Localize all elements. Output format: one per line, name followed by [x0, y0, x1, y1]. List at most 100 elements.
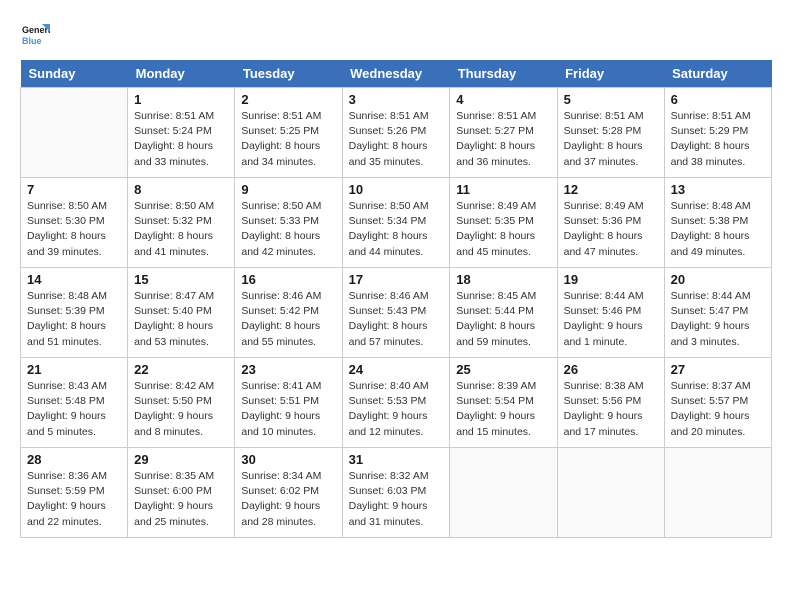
day-info: Sunrise: 8:51 AMSunset: 5:25 PMDaylight:…	[241, 109, 335, 170]
header-monday: Monday	[128, 60, 235, 88]
header-thursday: Thursday	[450, 60, 557, 88]
header-tuesday: Tuesday	[235, 60, 342, 88]
day-number: 7	[27, 182, 121, 197]
day-info: Sunrise: 8:43 AMSunset: 5:48 PMDaylight:…	[27, 379, 121, 440]
day-cell	[450, 448, 557, 538]
day-number: 12	[564, 182, 658, 197]
day-info: Sunrise: 8:49 AMSunset: 5:36 PMDaylight:…	[564, 199, 658, 260]
day-cell: 2 Sunrise: 8:51 AMSunset: 5:25 PMDaylight…	[235, 88, 342, 178]
day-number: 4	[456, 92, 550, 107]
day-cell: 6Sunrise: 8:51 AMSunset: 5:29 PMDaylight…	[664, 88, 771, 178]
day-info: Sunrise: 8:40 AMSunset: 5:53 PMDaylight:…	[349, 379, 444, 440]
day-info: Sunrise: 8:50 AMSunset: 5:34 PMDaylight:…	[349, 199, 444, 260]
header-saturday: Saturday	[664, 60, 771, 88]
day-number: 22	[134, 362, 228, 377]
day-cell: 9 Sunrise: 8:50 AMSunset: 5:33 PMDaylight…	[235, 178, 342, 268]
day-info: Sunrise: 8:50 AMSunset: 5:32 PMDaylight:…	[134, 199, 228, 260]
day-number: 5	[564, 92, 658, 107]
calendar-header-row: SundayMondayTuesdayWednesdayThursdayFrid…	[21, 60, 772, 88]
day-info: Sunrise: 8:50 AMSunset: 5:30 PMDaylight:…	[27, 199, 121, 260]
day-number: 14	[27, 272, 121, 287]
day-number: 13	[671, 182, 765, 197]
day-cell: 17 Sunrise: 8:46 AMSunset: 5:43 PMDayligh…	[342, 268, 450, 358]
day-number: 8	[134, 182, 228, 197]
week-row-4: 21 Sunrise: 8:43 AMSunset: 5:48 PMDayligh…	[21, 358, 772, 448]
day-number: 3	[349, 92, 444, 107]
header-sunday: Sunday	[21, 60, 128, 88]
day-info: Sunrise: 8:41 AMSunset: 5:51 PMDaylight:…	[241, 379, 335, 440]
day-info: Sunrise: 8:44 AMSunset: 5:47 PMDaylight:…	[671, 289, 765, 350]
svg-text:Blue: Blue	[22, 36, 42, 46]
day-cell: 27Sunrise: 8:37 AMSunset: 5:57 PMDayligh…	[664, 358, 771, 448]
day-number: 20	[671, 272, 765, 287]
day-number: 2	[241, 92, 335, 107]
day-number: 17	[349, 272, 444, 287]
day-cell: 28 Sunrise: 8:36 AMSunset: 5:59 PMDayligh…	[21, 448, 128, 538]
day-info: Sunrise: 8:45 AMSunset: 5:44 PMDaylight:…	[456, 289, 550, 350]
day-cell	[557, 448, 664, 538]
day-cell: 23 Sunrise: 8:41 AMSunset: 5:51 PMDayligh…	[235, 358, 342, 448]
day-info: Sunrise: 8:50 AMSunset: 5:33 PMDaylight:…	[241, 199, 335, 260]
day-info: Sunrise: 8:46 AMSunset: 5:43 PMDaylight:…	[349, 289, 444, 350]
day-number: 9	[241, 182, 335, 197]
day-cell: 12 Sunrise: 8:49 AMSunset: 5:36 PMDayligh…	[557, 178, 664, 268]
day-cell: 24Sunrise: 8:40 AMSunset: 5:53 PMDayligh…	[342, 358, 450, 448]
day-cell: 11 Sunrise: 8:49 AMSunset: 5:35 PMDayligh…	[450, 178, 557, 268]
calendar-table: SundayMondayTuesdayWednesdayThursdayFrid…	[20, 60, 772, 538]
day-cell: 18 Sunrise: 8:45 AMSunset: 5:44 PMDayligh…	[450, 268, 557, 358]
day-number: 21	[27, 362, 121, 377]
week-row-5: 28 Sunrise: 8:36 AMSunset: 5:59 PMDayligh…	[21, 448, 772, 538]
day-info: Sunrise: 8:35 AMSunset: 6:00 PMDaylight:…	[134, 469, 228, 530]
day-number: 15	[134, 272, 228, 287]
day-number: 26	[564, 362, 658, 377]
day-info: Sunrise: 8:34 AMSunset: 6:02 PMDaylight:…	[241, 469, 335, 530]
day-cell: 1 Sunrise: 8:51 AMSunset: 5:24 PMDaylight…	[128, 88, 235, 178]
header-wednesday: Wednesday	[342, 60, 450, 88]
day-number: 19	[564, 272, 658, 287]
day-info: Sunrise: 8:46 AMSunset: 5:42 PMDaylight:…	[241, 289, 335, 350]
day-cell: 4 Sunrise: 8:51 AMSunset: 5:27 PMDaylight…	[450, 88, 557, 178]
day-cell	[664, 448, 771, 538]
day-cell: 31Sunrise: 8:32 AMSunset: 6:03 PMDayligh…	[342, 448, 450, 538]
day-info: Sunrise: 8:42 AMSunset: 5:50 PMDaylight:…	[134, 379, 228, 440]
day-info: Sunrise: 8:36 AMSunset: 5:59 PMDaylight:…	[27, 469, 121, 530]
header-friday: Friday	[557, 60, 664, 88]
day-info: Sunrise: 8:39 AMSunset: 5:54 PMDaylight:…	[456, 379, 550, 440]
day-number: 1	[134, 92, 228, 107]
day-info: Sunrise: 8:37 AMSunset: 5:57 PMDaylight:…	[671, 379, 765, 440]
day-info: Sunrise: 8:48 AMSunset: 5:39 PMDaylight:…	[27, 289, 121, 350]
day-cell: 15 Sunrise: 8:47 AMSunset: 5:40 PMDayligh…	[128, 268, 235, 358]
day-info: Sunrise: 8:51 AMSunset: 5:26 PMDaylight:…	[349, 109, 444, 170]
day-cell	[21, 88, 128, 178]
day-number: 30	[241, 452, 335, 467]
day-info: Sunrise: 8:49 AMSunset: 5:35 PMDaylight:…	[456, 199, 550, 260]
day-cell: 30 Sunrise: 8:34 AMSunset: 6:02 PMDayligh…	[235, 448, 342, 538]
week-row-1: 1 Sunrise: 8:51 AMSunset: 5:24 PMDaylight…	[21, 88, 772, 178]
day-cell: 7 Sunrise: 8:50 AMSunset: 5:30 PMDaylight…	[21, 178, 128, 268]
day-number: 11	[456, 182, 550, 197]
day-number: 6	[671, 92, 765, 107]
day-info: Sunrise: 8:48 AMSunset: 5:38 PMDaylight:…	[671, 199, 765, 260]
week-row-2: 7 Sunrise: 8:50 AMSunset: 5:30 PMDaylight…	[21, 178, 772, 268]
day-number: 10	[349, 182, 444, 197]
logo-icon: General Blue	[20, 20, 50, 50]
day-cell: 20 Sunrise: 8:44 AMSunset: 5:47 PMDayligh…	[664, 268, 771, 358]
day-cell: 13 Sunrise: 8:48 AMSunset: 5:38 PMDayligh…	[664, 178, 771, 268]
day-number: 29	[134, 452, 228, 467]
day-cell: 3 Sunrise: 8:51 AMSunset: 5:26 PMDaylight…	[342, 88, 450, 178]
day-cell: 8 Sunrise: 8:50 AMSunset: 5:32 PMDaylight…	[128, 178, 235, 268]
day-number: 23	[241, 362, 335, 377]
day-info: Sunrise: 8:32 AMSunset: 6:03 PMDaylight:…	[349, 469, 444, 530]
day-number: 18	[456, 272, 550, 287]
day-info: Sunrise: 8:51 AMSunset: 5:24 PMDaylight:…	[134, 109, 228, 170]
day-number: 25	[456, 362, 550, 377]
day-info: Sunrise: 8:38 AMSunset: 5:56 PMDaylight:…	[564, 379, 658, 440]
day-info: Sunrise: 8:51 AMSunset: 5:27 PMDaylight:…	[456, 109, 550, 170]
week-row-3: 14 Sunrise: 8:48 AMSunset: 5:39 PMDayligh…	[21, 268, 772, 358]
day-cell: 19 Sunrise: 8:44 AMSunset: 5:46 PMDayligh…	[557, 268, 664, 358]
day-info: Sunrise: 8:47 AMSunset: 5:40 PMDaylight:…	[134, 289, 228, 350]
day-cell: 22 Sunrise: 8:42 AMSunset: 5:50 PMDayligh…	[128, 358, 235, 448]
day-cell: 29 Sunrise: 8:35 AMSunset: 6:00 PMDayligh…	[128, 448, 235, 538]
day-number: 28	[27, 452, 121, 467]
day-info: Sunrise: 8:44 AMSunset: 5:46 PMDaylight:…	[564, 289, 658, 350]
